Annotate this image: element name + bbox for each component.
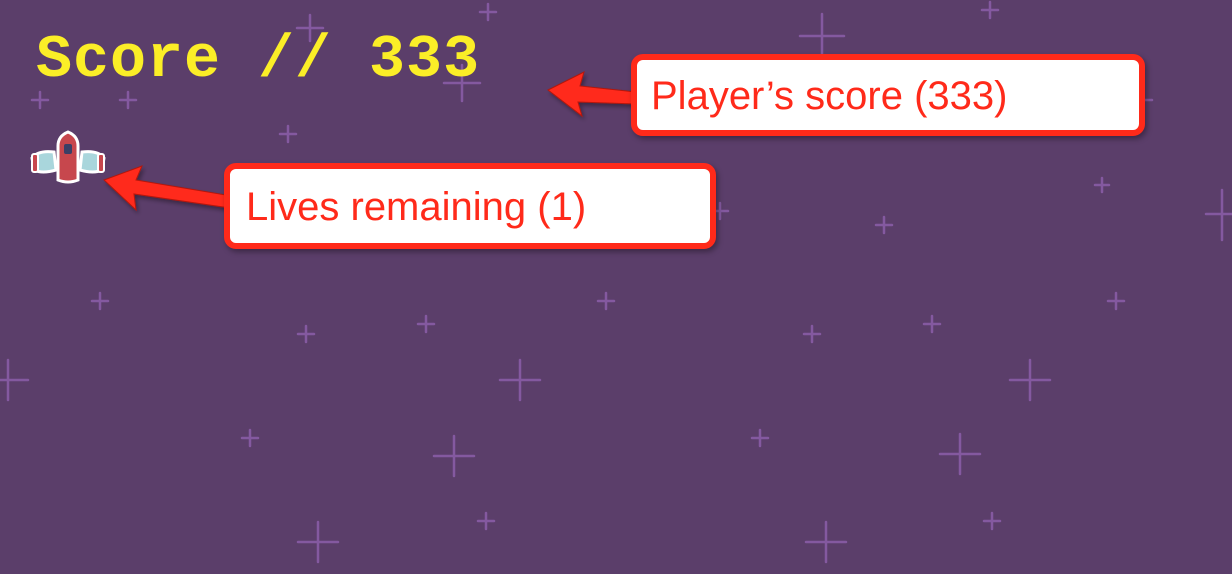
- star-icon: [922, 314, 942, 334]
- star-icon: [1093, 176, 1111, 194]
- arrow-icon: [547, 71, 637, 118]
- star-icon: [938, 432, 982, 476]
- player-ship-icon: [30, 130, 106, 184]
- star-icon: [1106, 291, 1126, 311]
- star-icon: [750, 428, 770, 448]
- star-icon: [240, 428, 260, 448]
- star-icon: [90, 291, 110, 311]
- star-icon: [476, 511, 496, 531]
- star-icon: [596, 291, 616, 311]
- score-callout: Player’s score (333): [631, 54, 1145, 136]
- star-icon: [296, 520, 340, 564]
- star-icon: [980, 0, 1000, 20]
- lives-callout: Lives remaining (1): [224, 163, 716, 249]
- star-icon: [296, 324, 316, 344]
- star-icon: [432, 434, 476, 478]
- star-icon: [1008, 358, 1052, 402]
- score-display: Score // 333: [36, 27, 481, 95]
- star-icon: [802, 324, 822, 344]
- star-icon: [804, 520, 848, 564]
- star-icon: [874, 215, 894, 235]
- arrow-icon: [103, 165, 233, 212]
- star-icon: [0, 358, 30, 402]
- star-icon: [1204, 188, 1232, 242]
- star-icon: [416, 314, 436, 334]
- star-icon: [278, 124, 298, 144]
- star-icon: [982, 511, 1002, 531]
- star-icon: [798, 12, 846, 60]
- star-icon: [498, 358, 542, 402]
- star-icon: [478, 2, 498, 22]
- game-canvas: Score // 333 Player’s score (333) Lives …: [0, 0, 1232, 574]
